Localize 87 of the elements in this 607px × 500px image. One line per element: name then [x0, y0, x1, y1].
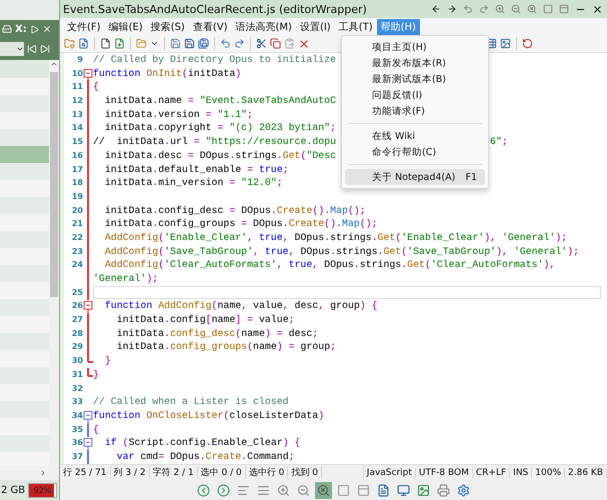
code-line: 'General'); [93, 272, 158, 286]
status-field: JavaScript [364, 468, 416, 478]
menu-option[interactable]: 最新测试版本(B) [345, 71, 485, 87]
code-line: 6"; [490, 135, 508, 149]
code-line: AddConfig('Enable_Clear', true, DOpus.strings.Get('Enable_Clear'), 'General'); [104, 230, 568, 245]
menu-item[interactable]: 查看(V) [188, 18, 232, 34]
line-number: 9 [76, 54, 83, 66]
disk-free-text: 2 GB [1, 484, 26, 496]
status-field: 列 3 / 2 [110, 466, 150, 479]
line-number: 37 [70, 450, 83, 463]
status-field: 选中 0 / 0 [198, 466, 246, 479]
menu-option[interactable]: 关于 Notepad4(A) F1 [345, 169, 485, 185]
code-line: { [93, 422, 99, 436]
code-line: initData.config_desc(name) = desc; [116, 326, 318, 340]
line-number: 16 [70, 150, 83, 162]
code-line: initData.config_groups(name) = group; [116, 340, 336, 354]
line-number: 22 [70, 232, 83, 244]
code-line: } [104, 354, 111, 368]
line-number: 18 [70, 177, 83, 190]
disk-usage-bar: 92% [28, 482, 57, 498]
menu-item[interactable]: 文件(F) [63, 18, 105, 34]
line-number: 11 [70, 81, 83, 94]
menu-option[interactable]: 功能请求(F) [345, 103, 485, 119]
line-number: 26 [70, 300, 83, 312]
code-line: function OnCloseLister(closeListerData) [93, 408, 324, 423]
code-line: var cmd= DOpus.Create.Command; [116, 450, 295, 464]
menu-option[interactable]: 在线 Wiki [345, 128, 485, 144]
code-line: function OnInit(initData) [93, 66, 242, 80]
line-number: 23 [70, 246, 83, 258]
code-line: } [93, 368, 99, 382]
line-number: 31 [70, 368, 83, 381]
status-field: UTF-8 BOM [416, 468, 473, 478]
code-line: initData.copyright = "(c) 2023 bytian"; [104, 121, 336, 136]
line-number: 19 [70, 190, 83, 203]
line-number: 13 [70, 108, 83, 121]
window-title: Event.SaveTabsAndAutoClearRecent.js (editorWrapper) [63, 2, 367, 16]
menu-item[interactable]: 设置(I) [296, 18, 335, 34]
status-field: 行 25 / 71 [60, 466, 111, 479]
line-number: 28 [70, 328, 83, 340]
line-number: 24 [70, 259, 83, 272]
status-field: 100% [532, 468, 566, 478]
code-line: { [93, 80, 99, 94]
line-number: 25 [70, 286, 83, 299]
line-number: 34 [70, 410, 83, 422]
code-line: initData.version = "1.1"; [104, 108, 254, 122]
line-number: 10 [70, 68, 83, 80]
status-field: 找到 0 [288, 466, 322, 479]
code-line: initData.default_enable = true; [104, 162, 289, 176]
code-line: initData.desc = DOpus.strings.Get("Desc [104, 148, 336, 162]
code-line: initData.name = "Event.SaveTabsAndAutoC [104, 94, 336, 108]
code-line: initData.config_desc = DOpus.Create().Map(); [104, 204, 366, 218]
status-field: INS [510, 468, 532, 478]
line-number: 20 [70, 204, 83, 217]
code-line: initData.min_version = "12.0"; [104, 176, 283, 190]
line-number: 36 [70, 437, 83, 450]
drive-label: X: [15, 24, 27, 35]
status-field: 2.86 KB [565, 468, 607, 478]
line-number: 17 [70, 164, 83, 176]
line-number: 33 [70, 396, 83, 408]
line-number: 12 [70, 95, 83, 108]
code-line: // initData.url = "https://resource.dopu [93, 135, 336, 149]
line-number: 29 [70, 341, 83, 354]
code-line: // Called when a Lister is closed [93, 395, 289, 409]
code-line: // Called by Directory Opus to initialize [93, 53, 336, 67]
status-field: 字符 2 / 1 [150, 466, 198, 479]
menu-item[interactable]: 语法高亮(M) [232, 18, 296, 34]
menu-item[interactable]: 工具(T) [334, 18, 377, 34]
code-line: AddConfig('Clear_AutoFormats', true, DOpus.strings.Get('Clear_AutoFormats'), [104, 258, 556, 272]
menu-option[interactable]: 问题反馈(I) [345, 87, 485, 103]
code-line: initData.config[name] = value; [116, 313, 295, 327]
code-line: AddConfig('Save_TabGroup', true, DOpus.strings.Get('Save_TabGroup'), 'General'); [104, 244, 580, 258]
line-number: 14 [70, 122, 83, 134]
line-number: 21 [70, 218, 83, 230]
status-field: 选中行 0 [246, 466, 288, 479]
menu-option[interactable]: 命令行帮助(C) [345, 144, 485, 160]
line-number: 27 [70, 314, 83, 326]
code-line: function AddConfig(name, value, desc, group) { [104, 299, 378, 314]
code-line: initData.config_groups = DOpus.Create().Map(); [104, 217, 378, 231]
line-number: 32 [70, 382, 83, 394]
menu-item[interactable]: 编辑(E) [104, 18, 147, 34]
line-number: 30 [70, 355, 83, 368]
line-number: 15 [70, 136, 83, 148]
menu-item[interactable]: 搜索(S) [146, 18, 189, 34]
code-line: if (Script.config.Enable_Clear) { [104, 436, 300, 450]
menu-option[interactable]: 最新发布版本(R) [345, 55, 485, 71]
status-field: CR+LF [472, 468, 510, 478]
line-number: 35 [70, 424, 83, 436]
